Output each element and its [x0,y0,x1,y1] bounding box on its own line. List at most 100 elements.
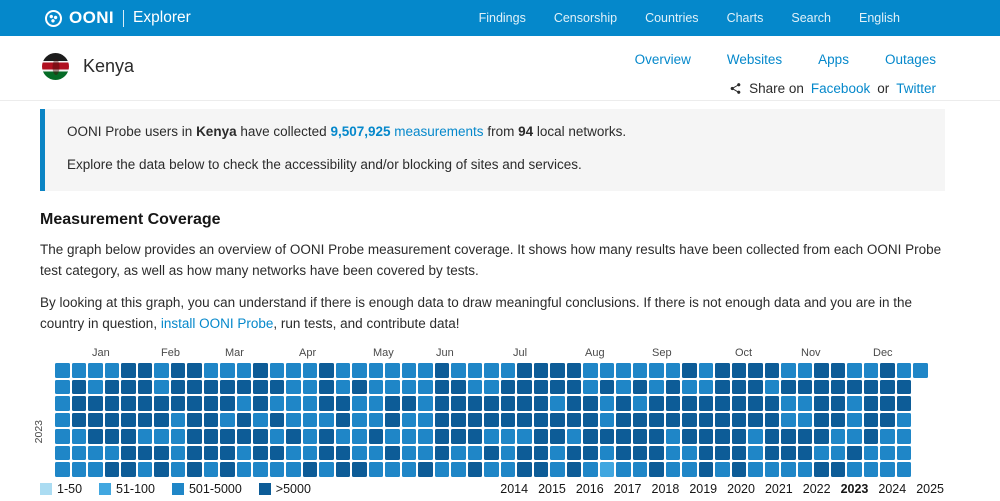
heatmap-cell[interactable] [104,363,119,378]
heatmap-cell[interactable] [748,462,763,477]
install-ooni-probe-link[interactable]: install OONI Probe [161,316,274,331]
heatmap-cell[interactable] [748,429,763,444]
heatmap-cell[interactable] [302,379,317,395]
heatmap-cell[interactable] [187,462,202,477]
heatmap-cell[interactable] [731,462,746,477]
heatmap-cell[interactable] [649,396,664,411]
heatmap-cell[interactable] [665,379,680,395]
heatmap-cell[interactable] [335,462,350,477]
heatmap-cell[interactable] [401,379,416,395]
heatmap-cell[interactable] [352,429,367,444]
heatmap-cell[interactable] [203,363,218,378]
heatmap-cell[interactable] [418,412,433,428]
heatmap-cell[interactable] [764,445,779,461]
heatmap-cell[interactable] [533,396,548,411]
heatmap-cell[interactable] [484,363,499,378]
heatmap-cell[interactable] [121,379,136,395]
heatmap-cell[interactable] [104,396,119,411]
heatmap-cell[interactable] [814,445,829,461]
heatmap-cell[interactable] [599,363,614,378]
heatmap-cell[interactable] [682,396,697,411]
heatmap-cell[interactable] [253,379,268,395]
heatmap-cell[interactable] [863,429,878,444]
nav-link-findings[interactable]: Findings [479,11,526,25]
heatmap-cell[interactable] [814,379,829,395]
heatmap-cell[interactable] [121,396,136,411]
heatmap-cell[interactable] [880,412,895,428]
heatmap-cell[interactable] [896,412,911,428]
heatmap-cell[interactable] [335,412,350,428]
heatmap-cell[interactable] [418,396,433,411]
heatmap-cell[interactable] [830,429,845,444]
heatmap-cell[interactable] [137,462,152,477]
tab-websites[interactable]: Websites [727,52,782,67]
heatmap-cell[interactable] [170,379,185,395]
heatmap-cell[interactable] [385,412,400,428]
heatmap-cell[interactable] [599,445,614,461]
heatmap-cell[interactable] [731,379,746,395]
heatmap-cell[interactable] [665,363,680,378]
heatmap-cell[interactable] [203,429,218,444]
heatmap-cell[interactable] [781,379,796,395]
heatmap-cell[interactable] [814,462,829,477]
heatmap-cell[interactable] [319,363,334,378]
heatmap-cell[interactable] [797,363,812,378]
heatmap-cell[interactable] [830,445,845,461]
heatmap-cell[interactable] [484,379,499,395]
heatmap-cell[interactable] [236,363,251,378]
heatmap-cell[interactable] [484,396,499,411]
heatmap-cell[interactable] [368,445,383,461]
heatmap-cell[interactable] [335,396,350,411]
heatmap-cell[interactable] [748,412,763,428]
heatmap-cell[interactable] [368,462,383,477]
heatmap-cell[interactable] [187,396,202,411]
heatmap-cell[interactable] [599,412,614,428]
heatmap-cell[interactable] [830,462,845,477]
heatmap-cell[interactable] [517,429,532,444]
heatmap-cell[interactable] [500,379,515,395]
heatmap-cell[interactable] [269,396,284,411]
heatmap-cell[interactable] [649,462,664,477]
heatmap-cell[interactable] [170,462,185,477]
heatmap-cell[interactable] [698,412,713,428]
heatmap-cell[interactable] [352,445,367,461]
heatmap-cell[interactable] [830,412,845,428]
heatmap-cell[interactable] [533,412,548,428]
year-option-2015[interactable]: 2015 [538,482,566,496]
heatmap-cell[interactable] [550,462,565,477]
heatmap-cell[interactable] [467,396,482,411]
heatmap-cell[interactable] [368,363,383,378]
heatmap-cell[interactable] [269,363,284,378]
heatmap-cell[interactable] [71,412,86,428]
heatmap-cell[interactable] [88,363,103,378]
heatmap-cell[interactable] [731,396,746,411]
heatmap-cell[interactable] [500,445,515,461]
year-option-2022[interactable]: 2022 [803,482,831,496]
heatmap-cell[interactable] [451,363,466,378]
heatmap-cell[interactable] [170,363,185,378]
heatmap-cell[interactable] [286,412,301,428]
heatmap-cell[interactable] [583,379,598,395]
heatmap-cell[interactable] [781,412,796,428]
heatmap-cell[interactable] [715,396,730,411]
heatmap-cell[interactable] [797,445,812,461]
heatmap-cell[interactable] [418,379,433,395]
heatmap-cell[interactable] [154,412,169,428]
heatmap-cell[interactable] [731,363,746,378]
year-option-2021[interactable]: 2021 [765,482,793,496]
heatmap-cell[interactable] [121,429,136,444]
nav-link-search[interactable]: Search [791,11,831,25]
heatmap-cell[interactable] [847,379,862,395]
heatmap-cell[interactable] [319,379,334,395]
heatmap-cell[interactable] [467,445,482,461]
heatmap-cell[interactable] [698,429,713,444]
heatmap-cell[interactable] [335,363,350,378]
heatmap-cell[interactable] [682,445,697,461]
heatmap-cell[interactable] [236,412,251,428]
heatmap-cell[interactable] [71,429,86,444]
heatmap-cell[interactable] [863,445,878,461]
heatmap-cell[interactable] [71,363,86,378]
heatmap-cell[interactable] [401,396,416,411]
heatmap-cell[interactable] [401,445,416,461]
heatmap-cell[interactable] [137,429,152,444]
